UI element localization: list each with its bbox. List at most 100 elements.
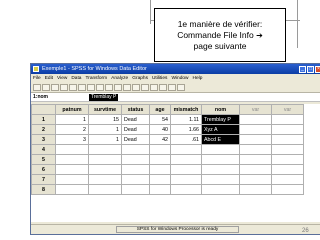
cell[interactable]: 40 xyxy=(149,124,171,135)
cell[interactable]: 3 xyxy=(55,134,89,145)
column-header[interactable]: var xyxy=(239,104,272,115)
cell[interactable] xyxy=(271,174,304,185)
cell[interactable] xyxy=(149,154,171,165)
insert-case-icon[interactable] xyxy=(123,83,131,91)
menu-edit[interactable]: Edit xyxy=(45,76,53,81)
cell[interactable] xyxy=(88,144,122,155)
print-icon[interactable] xyxy=(51,83,59,91)
cell[interactable] xyxy=(55,174,89,185)
cell[interactable] xyxy=(239,184,272,195)
insert-variable-icon[interactable] xyxy=(132,83,140,91)
cell[interactable] xyxy=(170,174,202,185)
weight-cases-icon[interactable] xyxy=(150,83,158,91)
row-number[interactable]: 6 xyxy=(31,164,56,175)
close-icon[interactable]: × xyxy=(315,65,320,73)
value-labels-icon[interactable] xyxy=(168,83,176,91)
maximize-icon[interactable]: □ xyxy=(307,65,314,73)
cell[interactable] xyxy=(271,164,304,175)
column-header[interactable]: mismatch xyxy=(170,104,202,115)
select-cases-icon[interactable] xyxy=(159,83,167,91)
row-number[interactable]: 8 xyxy=(31,184,56,195)
open-icon[interactable] xyxy=(33,83,41,91)
cell[interactable] xyxy=(271,134,304,145)
find-icon[interactable] xyxy=(114,83,122,91)
column-header[interactable]: status xyxy=(121,104,150,115)
save-icon[interactable] xyxy=(42,83,50,91)
column-header[interactable]: patnum xyxy=(55,104,89,115)
cell[interactable]: 1 xyxy=(88,134,122,145)
split-file-icon[interactable] xyxy=(141,83,149,91)
menu-file[interactable]: File xyxy=(33,76,41,81)
cell-value-input[interactable]: Tremblay P xyxy=(89,93,119,101)
cell[interactable] xyxy=(121,154,150,165)
cell[interactable] xyxy=(121,174,150,185)
row-number[interactable]: 5 xyxy=(31,154,56,165)
cell[interactable] xyxy=(271,184,304,195)
cell[interactable] xyxy=(121,144,150,155)
cell[interactable] xyxy=(149,174,171,185)
cell-selected[interactable]: Xyz A xyxy=(201,124,240,135)
cell[interactable] xyxy=(149,164,171,175)
cell[interactable] xyxy=(55,144,89,155)
menu-window[interactable]: Window xyxy=(171,76,188,81)
cell[interactable]: 1 xyxy=(55,114,89,125)
cell[interactable]: 54 xyxy=(149,114,171,125)
menu-view[interactable]: View xyxy=(57,76,67,81)
minimize-icon[interactable]: _ xyxy=(299,65,306,73)
cell[interactable] xyxy=(239,164,272,175)
cell[interactable] xyxy=(88,174,122,185)
cell[interactable] xyxy=(201,164,240,175)
window-title-bar[interactable]: Exemple1 - SPSS for Windows Data Editor … xyxy=(31,64,320,74)
cell[interactable] xyxy=(88,154,122,165)
cell[interactable] xyxy=(239,114,272,125)
cell[interactable] xyxy=(239,154,272,165)
column-header[interactable]: var xyxy=(271,104,304,115)
cell[interactable] xyxy=(201,144,240,155)
redo-icon[interactable] xyxy=(78,83,86,91)
cell[interactable] xyxy=(121,164,150,175)
cell-selected[interactable]: Tremblay P xyxy=(201,114,240,125)
goto-chart-icon[interactable] xyxy=(87,83,95,91)
cell[interactable] xyxy=(201,154,240,165)
cell[interactable]: Dead xyxy=(121,134,150,145)
cell[interactable] xyxy=(170,164,202,175)
cell[interactable]: 2 xyxy=(55,124,89,135)
menu-data[interactable]: Data xyxy=(71,76,81,81)
cell[interactable] xyxy=(149,184,171,195)
cell[interactable]: 42 xyxy=(149,134,171,145)
column-header[interactable]: nom xyxy=(201,104,240,115)
variables-icon[interactable] xyxy=(105,83,113,91)
cell[interactable] xyxy=(170,154,202,165)
cell[interactable]: .61 xyxy=(170,134,202,145)
row-number[interactable]: 2 xyxy=(31,124,56,135)
undo-icon[interactable] xyxy=(69,83,77,91)
cell[interactable] xyxy=(239,134,272,145)
menu-transform[interactable]: Transform xyxy=(85,76,107,81)
row-number[interactable]: 1 xyxy=(31,114,56,125)
cell[interactable] xyxy=(271,144,304,155)
cell[interactable] xyxy=(149,144,171,155)
row-number[interactable]: 7 xyxy=(31,174,56,185)
cell[interactable] xyxy=(170,144,202,155)
cell[interactable] xyxy=(170,184,202,195)
cell[interactable] xyxy=(201,184,240,195)
row-number[interactable]: 4 xyxy=(31,144,56,155)
cell[interactable]: 1.11 xyxy=(170,114,202,125)
cell[interactable]: 1.66 xyxy=(170,124,202,135)
cell[interactable]: 15 xyxy=(88,114,122,125)
cell[interactable] xyxy=(239,124,272,135)
corner-cell[interactable] xyxy=(31,104,56,115)
cell[interactable]: Dead xyxy=(121,114,150,125)
menu-analyze[interactable]: Analyze xyxy=(111,76,128,81)
menu-utilities[interactable]: Utilities xyxy=(152,76,167,81)
cell[interactable] xyxy=(239,144,272,155)
cell[interactable]: Dead xyxy=(121,124,150,135)
cell-selected[interactable]: Abcd E xyxy=(201,134,240,145)
cell[interactable] xyxy=(121,184,150,195)
menu-graphs[interactable]: Graphs xyxy=(132,76,148,81)
cell[interactable] xyxy=(271,114,304,125)
cell[interactable] xyxy=(271,154,304,165)
cell[interactable] xyxy=(271,124,304,135)
cell[interactable] xyxy=(55,164,89,175)
goto-case-icon[interactable] xyxy=(96,83,104,91)
